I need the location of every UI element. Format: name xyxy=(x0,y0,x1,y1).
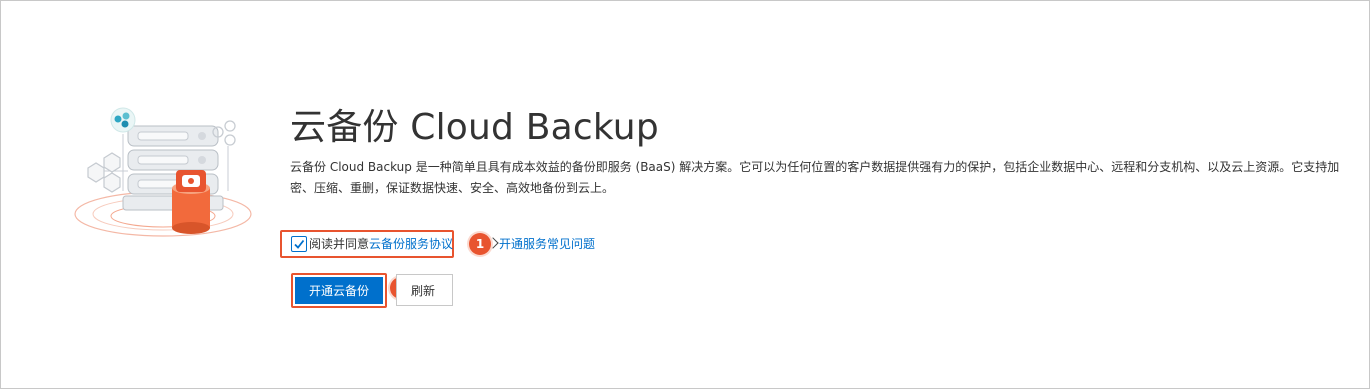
checkmark-icon xyxy=(294,239,305,249)
agreement-label: 阅读并同意云备份服务协议 xyxy=(309,236,453,252)
faq-link[interactable]: 开通服务常见问题 xyxy=(487,236,596,252)
faq-link-label: 开通服务常见问题 xyxy=(499,237,596,251)
link-arrow-icon xyxy=(487,237,499,249)
refresh-button[interactable]: 刷新 xyxy=(396,274,453,306)
service-agreement-link[interactable]: 云备份服务协议 xyxy=(369,237,453,251)
page-title: 云备份 Cloud Backup xyxy=(290,107,659,148)
cloud-backup-illustration xyxy=(68,96,258,246)
agreement-prefix: 阅读并同意 xyxy=(309,237,370,251)
agreement-checkbox[interactable] xyxy=(291,236,307,252)
activate-cloud-backup-button[interactable]: 开通云备份 xyxy=(295,277,383,304)
product-description: 云备份 Cloud Backup 是一种简单且具有成本效益的备份即服务 (Baa… xyxy=(290,160,1340,195)
